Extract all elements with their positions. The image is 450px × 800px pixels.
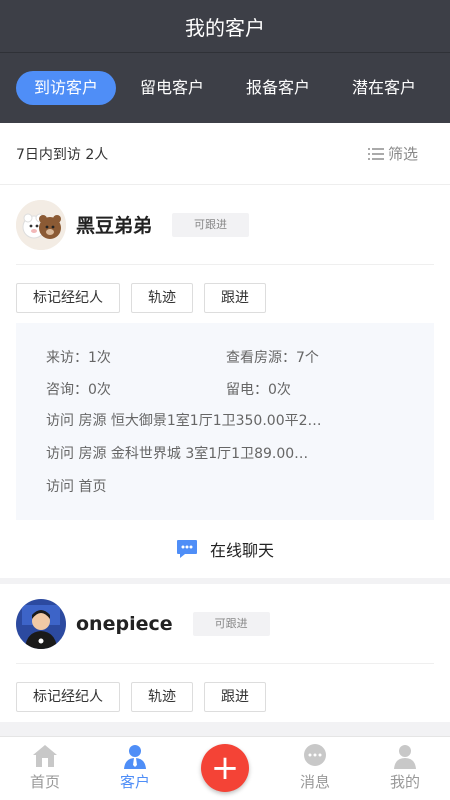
customer-person-icon: [124, 745, 146, 769]
visit-count: 来访：1次: [46, 350, 111, 366]
page-title: 我的客户: [0, 0, 450, 53]
mark-agent-button[interactable]: 标记经纪人: [16, 283, 120, 313]
call-count: 留电：0次: [226, 382, 291, 398]
chat-bubble-icon: [176, 540, 197, 558]
home-icon: [33, 745, 57, 767]
customer-tabs: 到访客户 留电客户 报备客户 潜在客户: [0, 53, 450, 123]
filter-button[interactable]: 筛选: [367, 143, 418, 164]
nav-home-label: 首页: [29, 773, 60, 791]
customer-name: onepiece: [76, 612, 173, 635]
nav-home[interactable]: 首页: [15, 743, 75, 792]
nav-customers-label: 客户: [119, 773, 150, 791]
customer-header[interactable]: onepiece 可跟进: [16, 584, 434, 664]
avatar: [16, 598, 66, 649]
status-badge: 可跟进: [192, 611, 270, 636]
status-badge: 可跟进: [172, 212, 250, 237]
visit-log-item: 访问 房源 金科世界城 3室1厅1卫89.00…: [46, 446, 309, 462]
track-button[interactable]: 轨迹: [131, 682, 193, 712]
mark-agent-button[interactable]: 标记经纪人: [16, 682, 120, 712]
nav-mine-label: 我的: [389, 773, 420, 791]
nav-customers[interactable]: 客户: [105, 743, 165, 792]
message-icon: [304, 744, 326, 766]
track-button[interactable]: 轨迹: [131, 283, 193, 313]
avatar: [16, 199, 66, 250]
nav-mine[interactable]: 我的: [375, 743, 435, 792]
tab-potential[interactable]: 潜在客户: [334, 71, 434, 105]
customer-name: 黑豆弟弟: [76, 215, 153, 237]
viewed-listings-count: 查看房源：7个: [226, 350, 319, 366]
nav-messages-label: 消息: [299, 773, 330, 791]
customer-actions: 标记经纪人 轨迹 跟进: [16, 664, 434, 722]
online-chat-button[interactable]: 在线聊天: [16, 520, 434, 578]
filter-list-icon: [367, 147, 384, 160]
customer-actions: 标记经纪人 轨迹 跟进: [16, 265, 434, 323]
customer-header[interactable]: 黑豆弟弟 可跟进: [16, 185, 434, 265]
user-icon: [394, 745, 416, 769]
filter-label: 筛选: [387, 145, 418, 163]
add-button[interactable]: +: [201, 744, 249, 792]
nav-messages[interactable]: 消息: [285, 743, 345, 792]
visit-summary: 7日内到访 2人: [16, 146, 109, 163]
follow-up-button[interactable]: 跟进: [204, 682, 266, 712]
tab-called[interactable]: 留电客户: [122, 71, 222, 105]
visit-log-item: 访问 首页: [46, 479, 107, 495]
follow-up-button[interactable]: 跟进: [204, 283, 266, 313]
summary-bar: 7日内到访 2人 筛选: [0, 123, 450, 185]
visit-log-item: 访问 房源 恒大御景1室1厅1卫350.00平2…: [46, 413, 322, 429]
consult-count: 咨询：0次: [46, 382, 111, 398]
customer-stats: 来访：1次 查看房源：7个 咨询：0次 留电：0次 访问 房源 恒大御景1室1厅…: [16, 323, 434, 520]
tab-visited[interactable]: 到访客户: [16, 71, 117, 105]
tab-reported[interactable]: 报备客户: [228, 71, 328, 105]
chat-label: 在线聊天: [209, 541, 274, 560]
customer-card: onepiece 可跟进 标记经纪人 轨迹 跟进: [0, 584, 450, 722]
customer-card: 黑豆弟弟 可跟进 标记经纪人 轨迹 跟进 来访：1次 查看房源：7个 咨询：0次…: [0, 185, 450, 578]
